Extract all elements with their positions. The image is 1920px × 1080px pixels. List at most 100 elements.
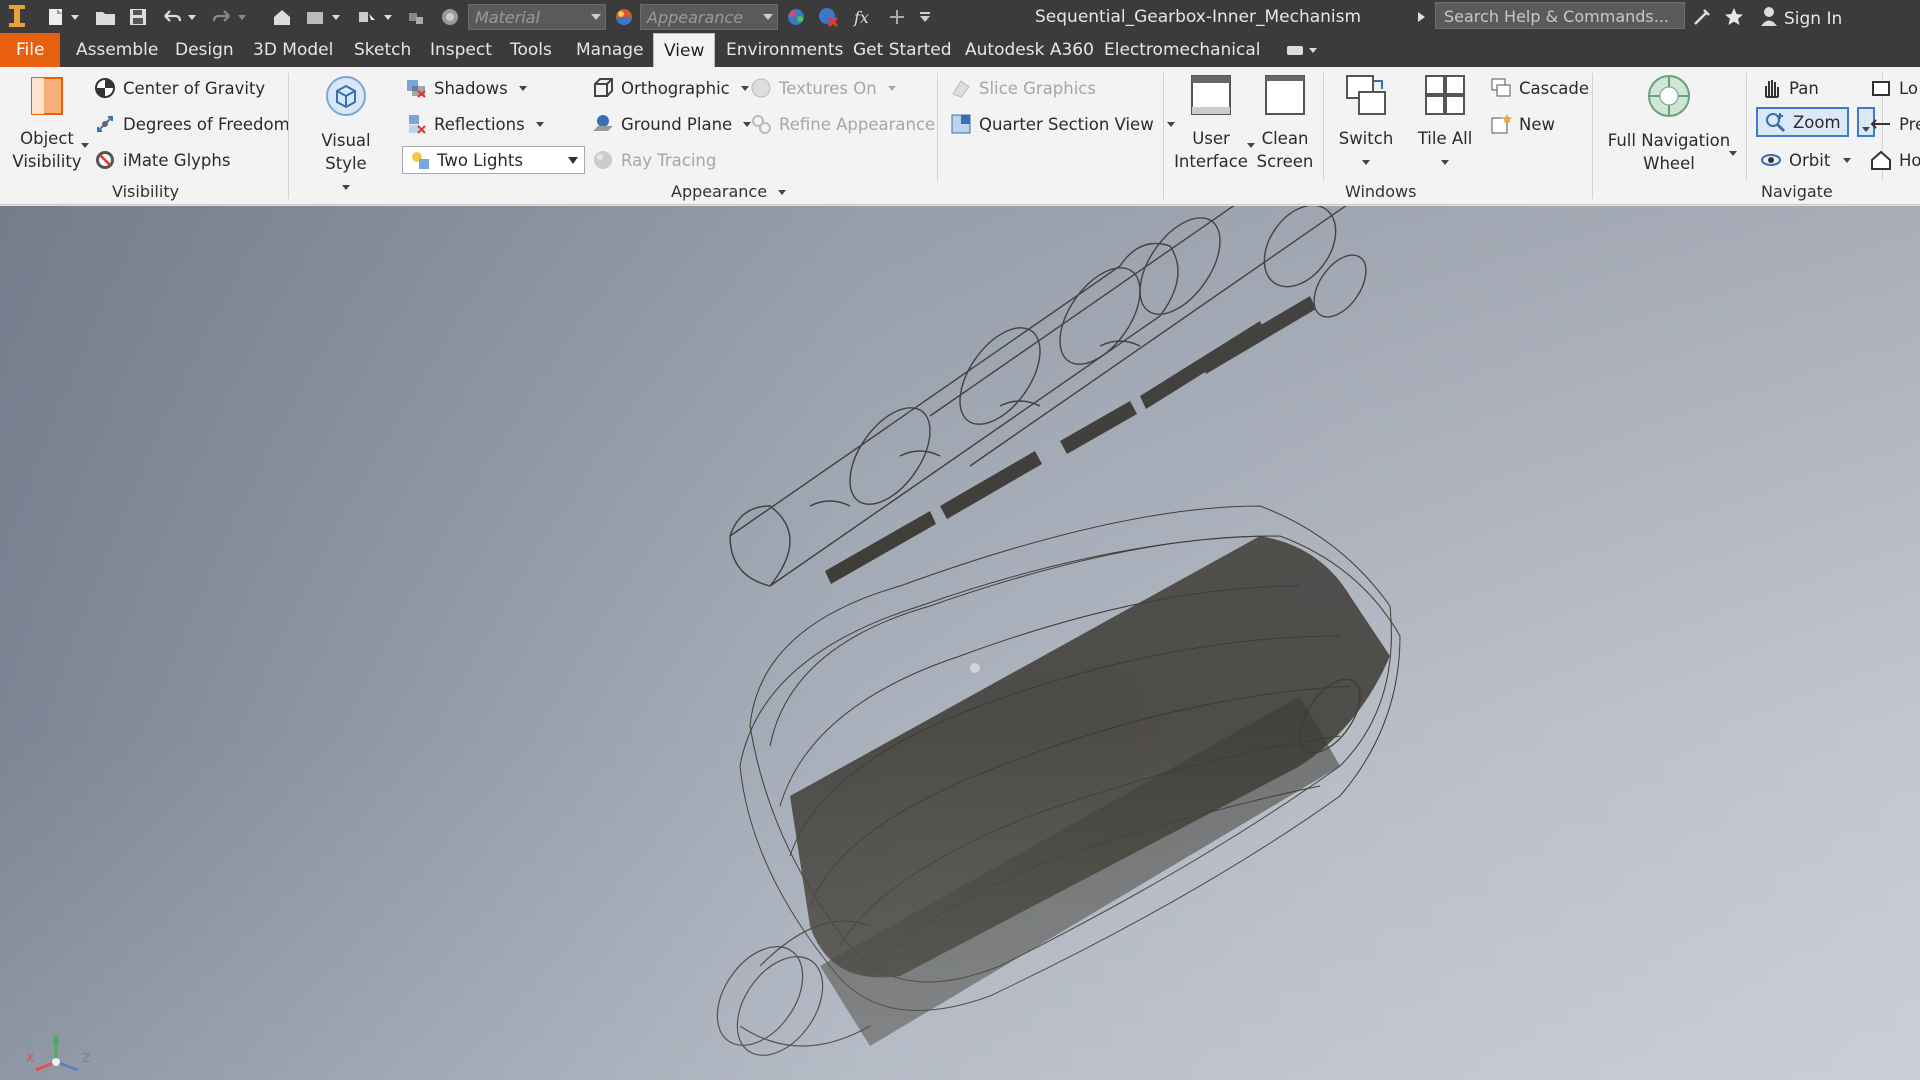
home-view-button[interactable]: Ho — [1870, 149, 1920, 171]
clean-screen-button[interactable]: Clean Screen — [1254, 73, 1316, 173]
home-view-label: Ho — [1899, 150, 1920, 170]
subscription-icon[interactable] — [1690, 5, 1714, 29]
orbit-button[interactable]: Orbit — [1760, 149, 1852, 171]
tab-view[interactable]: View — [653, 33, 716, 67]
tile-all-button[interactable]: Tile All — [1410, 73, 1480, 173]
tab-assemble[interactable]: Assemble — [66, 33, 168, 67]
navigation-wheel-dropdown-icon[interactable] — [1729, 151, 1737, 156]
expand-arrow-icon[interactable] — [1414, 5, 1428, 29]
panel-separator — [288, 73, 289, 199]
degrees-of-freedom-button[interactable]: Degrees of Freedom — [94, 113, 290, 135]
degrees-of-freedom-icon — [94, 113, 116, 135]
object-visibility-button[interactable]: Object Visibility — [12, 75, 82, 173]
gearbox-wireframe-model[interactable] — [700, 206, 1440, 1080]
orthographic-button[interactable]: Orthographic — [592, 77, 749, 99]
full-navigation-label-2: Wheel — [1643, 154, 1695, 173]
zoom-button[interactable]: Zoom — [1756, 107, 1849, 137]
orbit-label: Orbit — [1789, 150, 1831, 170]
select-icon[interactable] — [355, 5, 379, 29]
update-dropdown-icon[interactable] — [330, 5, 342, 29]
textures-dropdown-icon[interactable] — [887, 85, 896, 91]
save-icon[interactable] — [126, 5, 150, 29]
slice-graphics-icon — [950, 77, 972, 99]
ground-plane-button[interactable]: Ground Plane — [592, 113, 752, 135]
graphics-viewport[interactable]: X Z — [0, 206, 1920, 1080]
user-interface-icon — [1172, 73, 1250, 123]
visual-style-button[interactable]: Visual Style — [300, 73, 392, 198]
clear-appearance-icon[interactable] — [816, 5, 840, 29]
lighting-style-select[interactable]: Two Lights — [402, 146, 585, 174]
customize-toolbar-icon[interactable] — [914, 5, 936, 29]
tab-sketch[interactable]: Sketch — [344, 33, 421, 67]
slice-graphics-button[interactable]: Slice Graphics — [950, 77, 1096, 99]
textures-icon — [750, 77, 772, 99]
select-other-icon[interactable] — [404, 5, 428, 29]
reflections-button[interactable]: Reflections — [405, 113, 544, 135]
tab-environments[interactable]: Environments — [716, 33, 853, 67]
shadows-button[interactable]: Shadows — [405, 77, 527, 99]
textures-on-button[interactable]: Textures On — [750, 77, 896, 99]
new-window-button[interactable]: New — [1490, 113, 1555, 135]
appearance-dropdown[interactable]: Appearance — [640, 4, 778, 30]
object-visibility-dropdown-icon[interactable] — [81, 143, 89, 148]
parameters-fx-icon[interactable]: fx — [852, 5, 876, 29]
cascade-button[interactable]: Cascade — [1490, 77, 1589, 99]
material-dropdown[interactable]: Material — [468, 4, 606, 30]
open-folder-icon[interactable] — [94, 5, 118, 29]
help-search-input[interactable]: Search Help & Commands... — [1435, 2, 1685, 29]
tile-all-label: Tile All — [1417, 129, 1473, 148]
tab-manage[interactable]: Manage — [566, 33, 654, 67]
add-icon[interactable] — [886, 5, 908, 29]
appearance-panel-title[interactable]: Appearance — [671, 182, 787, 201]
tab-design[interactable]: Design — [165, 33, 244, 67]
lighting-style-value: Two Lights — [437, 150, 523, 170]
panel-separator — [1746, 73, 1747, 181]
tab-file[interactable]: File — [0, 33, 61, 67]
orbit-dropdown-icon[interactable] — [1843, 157, 1852, 163]
center-point-marker — [970, 663, 980, 673]
home-icon[interactable] — [270, 5, 294, 29]
tab-electromechanical[interactable]: Electromechanical — [1094, 33, 1271, 67]
tab-3d-model[interactable]: 3D Model — [243, 33, 343, 67]
refine-appearance-label: Refine Appearance — [779, 114, 936, 134]
tab-tools[interactable]: Tools — [500, 33, 562, 67]
orbit-icon — [1760, 149, 1782, 171]
tab-autodesk-a360[interactable]: Autodesk A360 — [955, 33, 1104, 67]
new-dropdown-icon[interactable] — [69, 5, 81, 29]
undo-icon[interactable] — [160, 5, 184, 29]
ribbon-options-icon[interactable] — [1275, 33, 1329, 67]
orthographic-dropdown-icon[interactable] — [740, 85, 749, 91]
tab-inspect[interactable]: Inspect — [420, 33, 502, 67]
switch-label: Switch — [1338, 129, 1394, 148]
favorites-star-icon[interactable] — [1722, 5, 1746, 29]
center-of-gravity-button[interactable]: Center of Gravity — [94, 77, 265, 99]
panel-separator — [937, 73, 938, 181]
imate-glyphs-button[interactable]: iMate Glyphs — [94, 149, 230, 171]
redo-icon[interactable] — [210, 5, 234, 29]
user-interface-button[interactable]: User Interface — [1172, 73, 1250, 173]
select-dropdown-icon[interactable] — [382, 5, 394, 29]
sign-in-button[interactable]: Sign In — [1760, 6, 1842, 31]
ray-tracing-button[interactable]: Ray Tracing — [592, 149, 716, 171]
look-at-button[interactable]: Lo — [1870, 77, 1918, 99]
quarter-section-view-button[interactable]: Quarter Section View — [950, 113, 1175, 135]
shadows-dropdown-icon[interactable] — [518, 85, 527, 91]
switch-button[interactable]: Switch — [1334, 73, 1398, 173]
material-globe-icon[interactable] — [438, 5, 462, 29]
update-icon[interactable] — [303, 5, 327, 29]
previous-view-button[interactable]: Pre — [1870, 113, 1920, 135]
inventor-logo-icon[interactable] — [6, 5, 28, 29]
pan-button[interactable]: Pan — [1760, 77, 1819, 99]
reflections-dropdown-icon[interactable] — [535, 121, 544, 127]
zoom-label: Zoom — [1793, 112, 1841, 132]
tab-get-started[interactable]: Get Started — [843, 33, 961, 67]
user-interface-label-1: User — [1192, 129, 1230, 148]
ray-tracing-icon — [592, 149, 614, 171]
appearance-sphere-icon[interactable] — [612, 5, 636, 29]
adjust-appearance-icon[interactable] — [784, 5, 808, 29]
full-navigation-wheel-button[interactable]: Full Navigation Wheel — [1604, 73, 1734, 175]
new-file-icon[interactable] — [44, 5, 68, 29]
refine-appearance-button[interactable]: Refine Appearance — [750, 113, 935, 135]
redo-dropdown-icon[interactable] — [236, 5, 248, 29]
undo-dropdown-icon[interactable] — [186, 5, 198, 29]
